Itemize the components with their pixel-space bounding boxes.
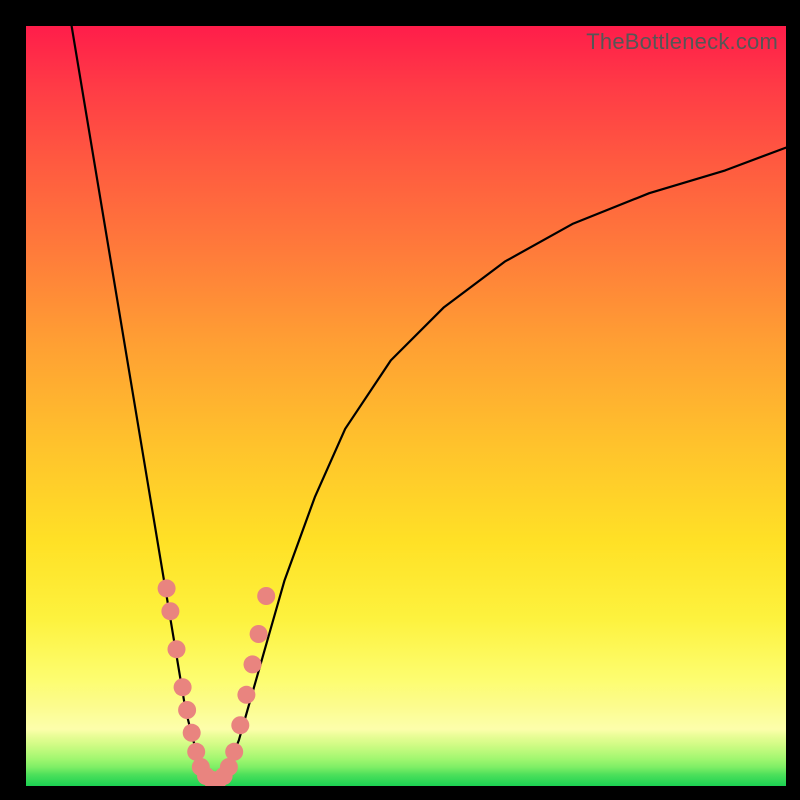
data-marker	[168, 640, 186, 658]
data-marker	[231, 716, 249, 734]
data-marker	[250, 625, 268, 643]
data-marker	[183, 724, 201, 742]
data-marker	[161, 602, 179, 620]
data-marker	[237, 686, 255, 704]
data-marker	[158, 579, 176, 597]
data-marker	[244, 655, 262, 673]
data-marker	[178, 701, 196, 719]
data-marker	[225, 743, 243, 761]
data-marker	[174, 678, 192, 696]
chart-frame: TheBottleneck.com	[0, 0, 800, 800]
data-marker	[187, 743, 205, 761]
chart-plot-area: TheBottleneck.com	[26, 26, 786, 786]
marker-layer	[26, 26, 786, 786]
data-marker	[257, 587, 275, 605]
watermark-label: TheBottleneck.com	[586, 29, 778, 55]
